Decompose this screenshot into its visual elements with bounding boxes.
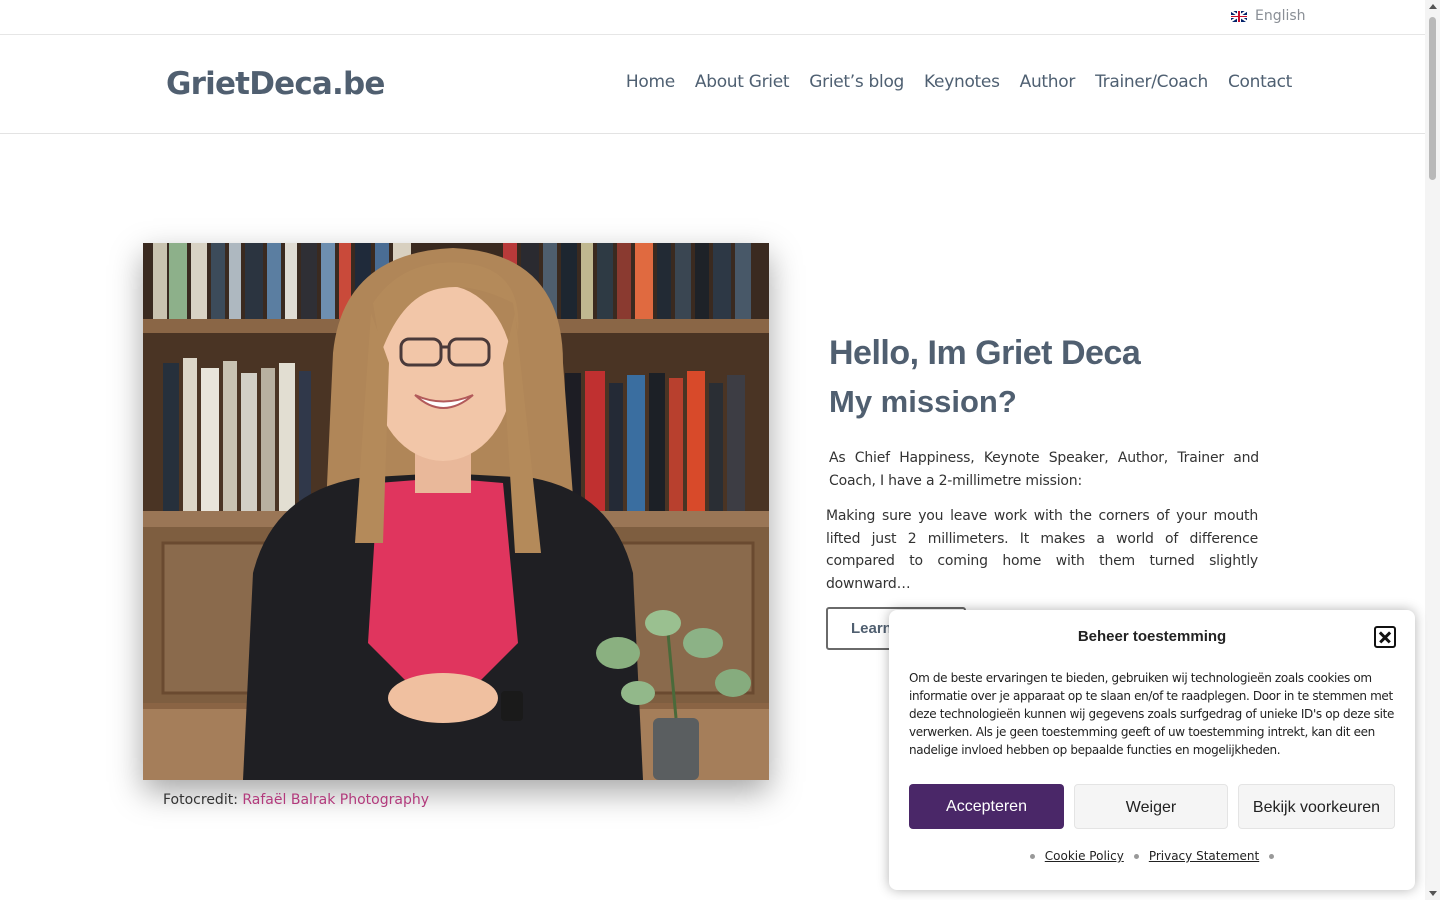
hero-mission-text: Making sure you leave work with the corn… <box>826 508 1258 592</box>
view-preferences-button[interactable]: Bekijk voorkeuren <box>1238 784 1395 829</box>
photo-credit-link[interactable]: Rafaël Balrak Photography <box>242 792 429 808</box>
consent-links: Cookie Policy Privacy Statement <box>889 849 1415 863</box>
nav-item-home[interactable]: Home <box>626 72 675 92</box>
hero-intro-text: As Chief Happiness, Keynote Speaker, Aut… <box>829 450 1259 489</box>
hero-title: Hello, Im Griet Deca <box>829 334 1141 372</box>
bullet-icon <box>1269 853 1275 859</box>
bullet-icon <box>1133 853 1139 859</box>
scroll-down-arrow-icon[interactable] <box>1429 891 1437 896</box>
photo-credit: Fotocredit: Rafaël Balrak Photography <box>163 792 429 808</box>
photo-credit-label: Fotocredit: <box>163 792 238 808</box>
language-bar: English <box>0 0 1425 35</box>
uk-flag-icon <box>1231 10 1247 22</box>
nav-item-keynotes[interactable]: Keynotes <box>924 72 1000 92</box>
cookie-consent-dialog: Beheer toestemming Om de beste ervaringe… <box>889 610 1415 890</box>
main-nav: Home About Griet Griet’s blog Keynotes A… <box>626 72 1292 92</box>
consent-text: Om de beste ervaringen te bieden, gebrui… <box>909 671 1395 757</box>
consent-title: Beheer toestemming <box>1077 628 1227 645</box>
nav-item-griets-blog[interactable]: Griet’s blog <box>809 72 904 92</box>
scroll-up-arrow-icon[interactable] <box>1429 4 1437 9</box>
bullet-icon <box>1029 853 1035 859</box>
language-switcher[interactable]: English <box>1231 8 1306 24</box>
nav-item-about-griet[interactable]: About Griet <box>695 72 790 92</box>
site-header: GrietDeca.be Home About Griet Griet’s bl… <box>0 35 1425 134</box>
nav-item-contact[interactable]: Contact <box>1228 72 1292 92</box>
site-logo[interactable]: GrietDeca.be <box>166 66 385 102</box>
portrait-photo <box>143 243 769 780</box>
close-icon[interactable] <box>1374 626 1396 648</box>
accept-button[interactable]: Accepteren <box>909 784 1064 829</box>
nav-item-trainer-coach[interactable]: Trainer/Coach <box>1095 72 1208 92</box>
hero-subtitle: My mission? <box>829 384 1017 419</box>
deny-button[interactable]: Weiger <box>1074 784 1228 829</box>
nav-item-author[interactable]: Author <box>1020 72 1076 92</box>
page-scrollbar[interactable] <box>1425 0 1440 900</box>
privacy-statement-link[interactable]: Privacy Statement <box>1149 849 1259 863</box>
cookie-policy-link[interactable]: Cookie Policy <box>1045 849 1124 863</box>
scrollbar-thumb[interactable] <box>1429 17 1436 180</box>
language-label[interactable]: English <box>1255 8 1306 24</box>
